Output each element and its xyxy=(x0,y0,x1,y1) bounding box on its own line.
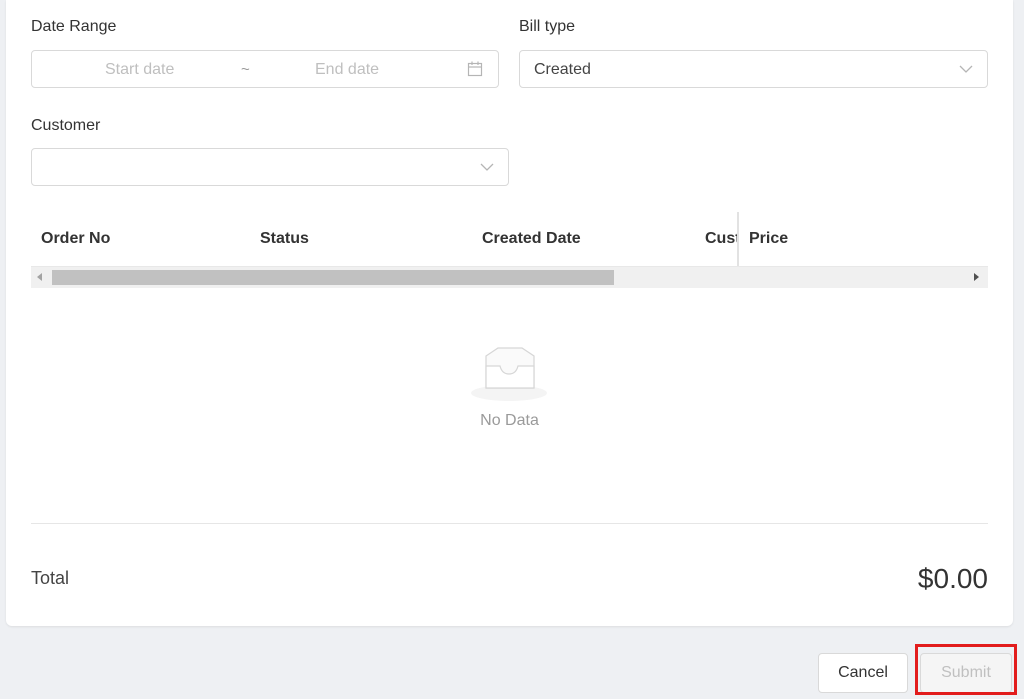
fixed-column-divider xyxy=(737,212,739,266)
bill-type-select[interactable]: Created xyxy=(519,50,988,88)
column-header-customer: Cust xyxy=(705,230,739,247)
chevron-down-icon xyxy=(959,65,973,73)
empty-state-text: No Data xyxy=(480,412,539,429)
column-header-created-date: Created Date xyxy=(482,230,581,247)
empty-inbox-icon xyxy=(471,347,547,401)
orders-table-header: Order No Status Created Date Cust Price xyxy=(31,212,988,267)
range-separator: ~ xyxy=(241,61,250,78)
date-range-picker[interactable]: Start date ~ End date xyxy=(31,50,499,88)
end-date-input[interactable]: End date xyxy=(315,61,379,79)
total-label: Total xyxy=(31,568,70,588)
date-range-label: Date Range xyxy=(31,18,117,35)
start-date-input[interactable]: Start date xyxy=(105,61,174,79)
customer-label: Customer xyxy=(31,117,101,134)
scroll-left-arrow-icon[interactable] xyxy=(37,273,42,281)
submit-highlight-box xyxy=(915,644,1017,695)
calendar-icon xyxy=(467,61,483,77)
chevron-down-icon xyxy=(480,163,494,171)
customer-select[interactable] xyxy=(31,148,509,186)
scroll-right-arrow-icon[interactable] xyxy=(974,273,979,281)
column-header-status: Status xyxy=(260,230,309,247)
bill-type-label: Bill type xyxy=(519,18,576,35)
column-header-order-no: Order No xyxy=(41,230,111,247)
column-header-price: Price xyxy=(749,230,789,247)
cancel-button[interactable]: Cancel xyxy=(818,653,908,693)
summary-divider xyxy=(31,523,988,524)
bill-form-card: Date Range Start date ~ End date Bill ty… xyxy=(6,0,1013,626)
scrollbar-thumb[interactable] xyxy=(52,270,614,285)
total-amount: $0.00 xyxy=(917,563,988,594)
bill-type-value: Created xyxy=(534,61,591,78)
table-horizontal-scrollbar[interactable] xyxy=(31,267,988,288)
